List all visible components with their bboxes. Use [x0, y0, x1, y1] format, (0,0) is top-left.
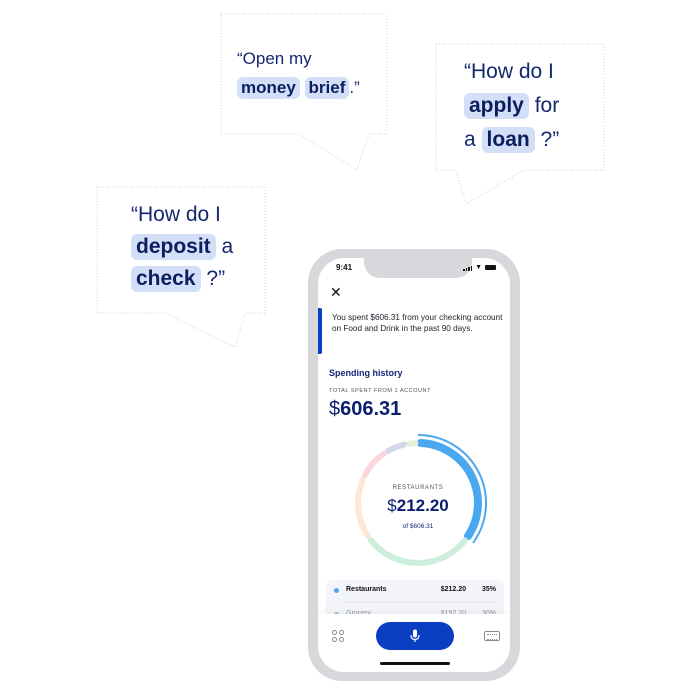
keyword-money: money — [237, 77, 300, 99]
apps-grid-icon[interactable] — [332, 630, 344, 642]
home-indicator — [380, 662, 450, 665]
donut-value: 212.20 — [396, 496, 449, 515]
bubble-text: “How do I apply for a loan ?” — [464, 55, 559, 157]
donut-of-total: of $606.31 — [402, 523, 434, 530]
keyword-loan: loan — [481, 127, 535, 153]
donut-center: RESTAURANTS $212.20 of $606.31 — [338, 423, 498, 583]
keyword-deposit: deposit — [131, 234, 216, 260]
bubble-word: a — [464, 128, 476, 151]
category-amount: $212.20 — [440, 586, 466, 593]
wifi-icon: ▼ — [475, 264, 482, 271]
voice-input-button[interactable] — [376, 622, 454, 650]
summary-accent-bar — [318, 308, 322, 354]
category-percent: 35% — [481, 586, 496, 593]
microphone-icon — [410, 629, 420, 642]
total-amount: $606.31 — [329, 398, 401, 421]
bubble-word: a — [221, 235, 234, 258]
status-icons: ▼ — [463, 264, 496, 271]
total-label: TOTAL SPENT FROM 1 ACCOUNT — [329, 388, 431, 394]
speech-bubble-money-brief: “Open my money brief.” — [219, 12, 389, 177]
close-icon[interactable]: ✕ — [330, 285, 342, 299]
donut-amount: $212.20 — [338, 496, 498, 516]
speech-bubble-deposit-check: “How do I deposit a check ?” — [95, 185, 267, 351]
phone-frame: 9:41 ▼ ✕ You spent $606.31 from your che… — [308, 249, 520, 681]
bubble-punct: ?” — [206, 267, 226, 290]
section-title: Spending history — [329, 368, 403, 378]
bubble-text: “How do I deposit a check ?” — [131, 199, 233, 295]
battery-icon — [485, 265, 496, 270]
category-name: Restaurants — [346, 586, 387, 593]
phone-screen: 9:41 ▼ ✕ You spent $606.31 from your che… — [318, 258, 510, 672]
list-divider — [344, 602, 496, 603]
bubble-punct: .” — [349, 78, 360, 97]
spending-summary: You spent $606.31 from your checking acc… — [332, 313, 503, 334]
bubble-text: “Open my money brief.” — [237, 44, 360, 102]
keyword-check: check — [131, 266, 201, 292]
keyword-apply: apply — [464, 93, 529, 119]
bubble-word: for — [534, 94, 560, 117]
bottom-toolbar — [318, 614, 510, 672]
keyboard-icon[interactable] — [484, 631, 500, 641]
total-value: 606.31 — [340, 398, 402, 420]
bubble-punct: ?” — [540, 128, 560, 151]
bubble-line: “Open my — [237, 49, 312, 68]
signal-icon — [463, 266, 473, 271]
phone-notch — [364, 258, 472, 278]
currency-symbol: $ — [329, 398, 341, 420]
keyword-brief: brief — [304, 77, 350, 99]
speech-bubble-apply-loan: “How do I apply for a loan ?” — [434, 42, 606, 208]
currency-symbol: $ — [387, 496, 397, 515]
donut-category: RESTAURANTS — [392, 485, 444, 491]
list-item[interactable]: Restaurants $212.20 35% — [326, 580, 504, 602]
status-time: 9:41 — [336, 263, 353, 272]
bubble-line: “How do I — [464, 60, 554, 83]
bubble-line: “How do I — [131, 203, 221, 226]
category-dot — [334, 588, 339, 593]
